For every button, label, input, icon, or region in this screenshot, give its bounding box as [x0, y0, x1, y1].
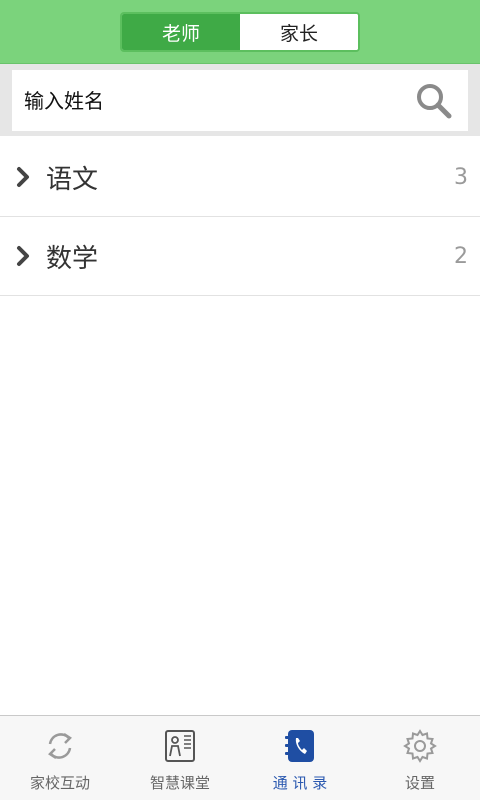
group-count: 3: [454, 164, 468, 190]
tab-contacts[interactable]: 通 讯 录: [240, 716, 360, 800]
gear-icon: [400, 726, 440, 766]
role-switcher: 老师 家长: [120, 12, 360, 52]
tab-home-school[interactable]: 家校互动: [0, 716, 120, 800]
chevron-right-icon: [12, 165, 34, 189]
bottom-tab-bar: 家校互动 智慧课堂 通 讯 录 设置: [0, 715, 480, 800]
tab-label: 智慧课堂: [149, 774, 210, 792]
tab-settings[interactable]: 设置: [360, 716, 480, 800]
phonebook-icon: [280, 726, 320, 766]
tab-smart-classroom[interactable]: 智慧课堂: [120, 716, 240, 800]
group-count: 2: [454, 243, 468, 269]
tab-parent[interactable]: 家长: [240, 14, 358, 50]
tab-teacher-label: 老师: [161, 22, 200, 45]
chevron-right-icon: [12, 244, 34, 268]
sync-icon: [40, 726, 80, 766]
search-input[interactable]: [24, 88, 384, 113]
tab-label: 通 讯 录: [272, 774, 328, 792]
group-row-chinese[interactable]: 语文 3: [0, 138, 480, 217]
app-root: 老师 家长 语文 3: [0, 0, 480, 800]
group-name: 语文: [46, 164, 99, 195]
tab-parent-label: 家长: [279, 22, 318, 45]
top-header: 老师 家长: [0, 0, 480, 64]
search-icon[interactable]: [414, 81, 454, 121]
tab-label: 家校互动: [29, 774, 90, 792]
search-bar: [0, 64, 480, 136]
tab-teacher[interactable]: 老师: [122, 14, 240, 50]
group-row-math[interactable]: 数学 2: [0, 217, 480, 296]
classroom-icon: [160, 726, 200, 766]
search-box: [12, 70, 468, 131]
group-name: 数学: [46, 243, 99, 274]
contact-group-list: 语文 3 数学 2: [0, 138, 480, 296]
tab-label: 设置: [404, 774, 435, 792]
